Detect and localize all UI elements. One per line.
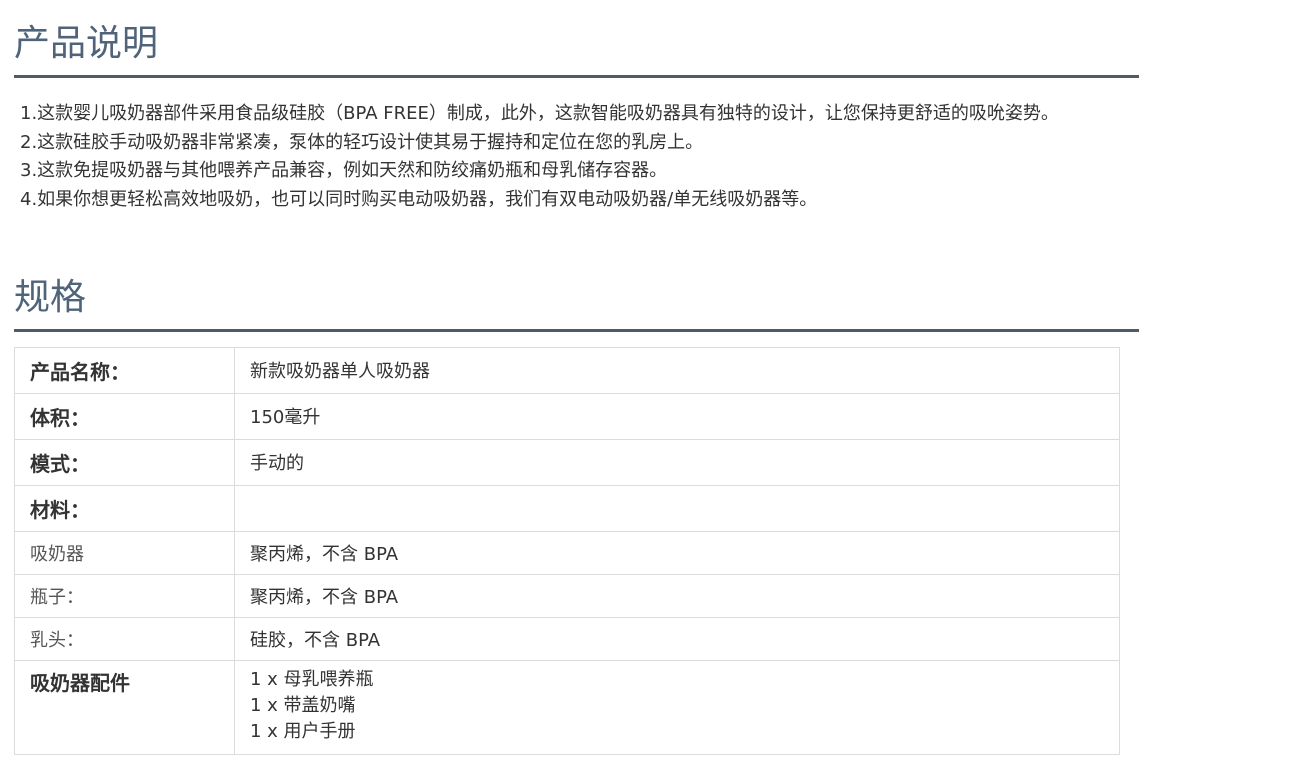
description-item: 3.这款免提吸奶器与其他喂养产品兼容，例如天然和防绞痛奶瓶和母乳储存容器。 [20, 160, 668, 181]
spec-key: 产品名称： [14, 347, 235, 394]
product-description-heading: 产品说明 [14, 22, 1139, 78]
spec-key: 吸奶器配件 [14, 660, 235, 755]
spec-value: 150毫升 [234, 393, 1120, 440]
spec-key: 瓶子： [14, 574, 235, 618]
spec-key: 材料： [14, 485, 235, 532]
spec-key: 乳头： [14, 617, 235, 661]
specifications-heading: 规格 [14, 276, 1139, 332]
spec-row-accessories: 吸奶器配件 1 x 母乳喂养瓶 1 x 带盖奶嘴 1 x 用户手册 [14, 660, 1120, 755]
accessory-item: 1 x 用户手册 [250, 721, 356, 742]
spec-row-mode: 模式： 手动的 [14, 439, 1120, 486]
spec-row-product-name: 产品名称： 新款吸奶器单人吸奶器 [14, 347, 1120, 394]
description-item: 1.这款婴儿吸奶器部件采用食品级硅胶（BPA FREE）制成，此外，这款智能吸奶… [20, 103, 1059, 124]
spec-value [234, 485, 1120, 532]
spec-value: 1 x 母乳喂养瓶 1 x 带盖奶嘴 1 x 用户手册 [234, 660, 1120, 755]
specifications-table: 产品名称： 新款吸奶器单人吸奶器 体积： 150毫升 模式： 手动的 材料： 吸… [14, 347, 1120, 755]
spec-value: 手动的 [234, 439, 1120, 486]
spec-value: 硅胶，不含 BPA [234, 617, 1120, 661]
spec-key: 吸奶器 [14, 531, 235, 575]
spec-row-pump: 吸奶器 聚丙烯，不含 BPA [14, 531, 1120, 575]
description-item: 4.如果你想更轻松高效地吸奶，也可以同时购买电动吸奶器，我们有双电动吸奶器/单无… [20, 188, 818, 210]
spec-value: 聚丙烯，不含 BPA [234, 574, 1120, 618]
spec-row-material: 材料： [14, 485, 1120, 532]
product-description-list: 1.这款婴儿吸奶器部件采用食品级硅胶（BPA FREE）制成，此外，这款智能吸奶… [20, 100, 1130, 214]
description-item: 2.这款硅胶手动吸奶器非常紧凑，泵体的轻巧设计使其易于握持和定位在您的乳房上。 [20, 131, 704, 153]
spec-row-bottle: 瓶子： 聚丙烯，不含 BPA [14, 574, 1120, 618]
accessory-item: 1 x 带盖奶嘴 [250, 695, 356, 716]
spec-key: 模式： [14, 439, 235, 486]
spec-value: 聚丙烯，不含 BPA [234, 531, 1120, 575]
spec-row-volume: 体积： 150毫升 [14, 393, 1120, 440]
accessory-item: 1 x 母乳喂养瓶 [250, 669, 374, 690]
spec-row-nipple: 乳头： 硅胶，不含 BPA [14, 617, 1120, 661]
spec-key: 体积： [14, 393, 235, 440]
spec-value: 新款吸奶器单人吸奶器 [234, 347, 1120, 394]
